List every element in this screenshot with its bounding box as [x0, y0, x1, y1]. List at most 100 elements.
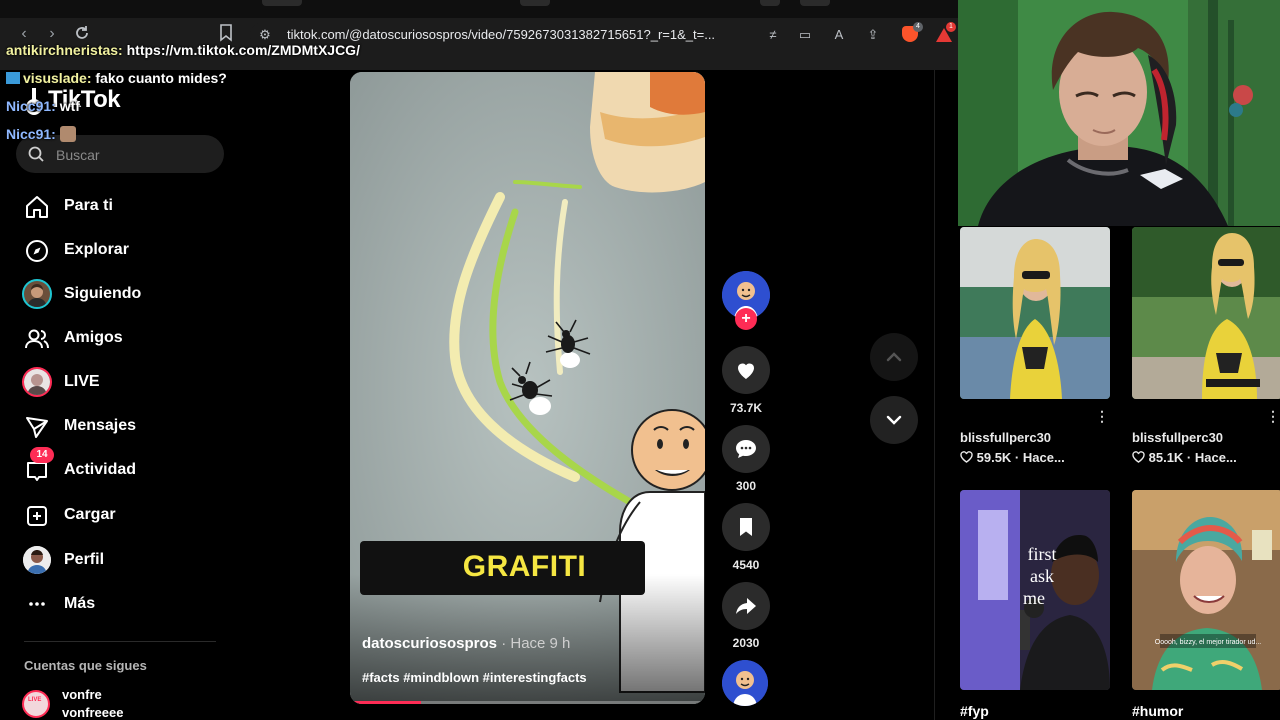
video-timestamp: · Hace 9 h [501, 635, 571, 652]
translate-icon[interactable]: A [830, 26, 848, 44]
sidebar-item-label: Explorar [64, 241, 129, 258]
sidebar-item-cargar[interactable]: Cargar [20, 495, 230, 535]
sidebar-item-explorar[interactable]: Explorar [20, 230, 230, 270]
browser-tab[interactable] [520, 0, 550, 6]
browser-tab[interactable] [800, 0, 830, 6]
tab-strip [0, 0, 958, 18]
home-icon [26, 196, 48, 218]
save-button[interactable] [722, 503, 770, 551]
recommended-username[interactable]: blissfullperc30 [960, 430, 1051, 445]
live-indicator: LIVE [28, 697, 42, 703]
back-icon[interactable]: ‹ [14, 24, 34, 44]
sidebar-item-label: Amigos [64, 329, 123, 346]
next-video-button[interactable] [870, 396, 918, 444]
chat-emote-icon [59, 126, 76, 142]
sidebar-item-mas[interactable]: Más [20, 584, 230, 624]
more-options-icon[interactable]: ⋮ [1266, 408, 1280, 424]
share-button[interactable] [722, 582, 770, 630]
video-caption-text: GRAFITI [462, 550, 587, 583]
recommended-video-thumbnail[interactable] [960, 227, 1110, 399]
chat-text: fako cuanto mides? [95, 70, 227, 86]
chat-text: https://vm.tiktok.com/ZMDMtXJCG/ [126, 42, 360, 58]
like-button[interactable] [722, 346, 770, 394]
video-progress-bar[interactable] [350, 701, 705, 704]
sidebar-item-amigos[interactable]: Amigos [20, 318, 230, 358]
sidebar-item-mensajes[interactable]: Mensajes [20, 406, 230, 446]
video-author[interactable]: datoscuriosospros · Hace 9 h [362, 635, 570, 652]
chat-message: visuslade: fako cuanto mides? [6, 70, 227, 86]
chevron-up-icon [886, 352, 902, 362]
compass-icon [26, 240, 48, 262]
save-count: 4540 [732, 558, 760, 572]
more-options-icon[interactable]: ⋮ [1095, 408, 1109, 424]
follow-plus-icon[interactable]: + [735, 308, 757, 330]
previous-video-button[interactable] [870, 333, 918, 381]
comment-count: 300 [735, 479, 757, 493]
upload-icon [27, 506, 47, 526]
music-disc-icon[interactable] [722, 660, 768, 706]
screen: ‹ › ⚙ tiktok.com/@datoscuriosospros/vide… [0, 0, 1280, 720]
recommended-video-thumbnail[interactable] [1132, 227, 1280, 399]
chat-username: visuslade: [23, 70, 92, 86]
share-arrow-icon [736, 598, 756, 614]
share-count: 2030 [732, 636, 760, 650]
profile-avatar [23, 546, 51, 574]
recommended-hashtag[interactable]: #fyp [960, 703, 989, 719]
chat-message: antikirchneristas: https://vm.tiktok.com… [6, 42, 360, 58]
sidebar-item-live[interactable]: LIVE [20, 362, 230, 402]
sidebar-item-actividad[interactable]: 14 Actividad [20, 447, 230, 490]
like-count: 73.7K [729, 401, 763, 415]
search-icon [28, 146, 44, 162]
activity-badge: 14 [30, 447, 54, 463]
recommended-stats: 85.1K · Hace... [1132, 450, 1237, 465]
thumbnail-overlay-text: first [1028, 544, 1057, 564]
thumbnail-overlay-text: me [1023, 588, 1045, 608]
url-text[interactable]: tiktok.com/@datoscuriosospros/video/7592… [287, 27, 715, 42]
sidebar-item-perfil[interactable]: Perfil [20, 540, 230, 580]
heart-outline-icon [960, 451, 973, 463]
bookmark-icon [740, 518, 752, 536]
share-icon[interactable]: ⇪ [864, 26, 882, 44]
video-player[interactable]: GRAFITI datoscuriosospros · Hace 9 h #fa… [350, 72, 705, 704]
chat-badge-icon [6, 72, 20, 84]
sidebar-item-para-ti[interactable]: Para ti [20, 186, 230, 226]
comment-icon [736, 440, 756, 458]
browser-tab[interactable] [760, 0, 780, 6]
reload-icon[interactable] [72, 24, 92, 44]
chat-message: Nicc91: [6, 126, 76, 142]
sidebar-item-siguiendo[interactable]: Siguiendo [20, 274, 230, 314]
sidebar-item-label: LIVE [64, 373, 100, 390]
bookmark-icon[interactable] [216, 24, 236, 44]
sidebar-item-label: Mensajes [64, 417, 137, 434]
sidebar-divider [24, 641, 216, 642]
media-icon[interactable]: ≠ [764, 26, 782, 44]
video-hashtags[interactable]: #facts #mindblown #interestingfacts [362, 670, 587, 685]
following-avatar [22, 279, 52, 309]
following-accounts-title: Cuentas que sigues [24, 658, 147, 673]
followed-account-name[interactable]: vonfre [62, 687, 102, 702]
comment-button[interactable] [722, 425, 770, 473]
recommended-username[interactable]: blissfullperc30 [1132, 430, 1223, 445]
chat-text: wtf [59, 98, 80, 114]
browser-tab[interactable] [262, 0, 302, 6]
recommended-hashtag[interactable]: #humor [1132, 703, 1183, 719]
chat-username: antikirchneristas: [6, 42, 123, 58]
more-icon [29, 602, 45, 606]
cast-icon[interactable]: ▭ [796, 26, 814, 44]
heart-outline-icon [1132, 451, 1145, 463]
friends-icon [25, 329, 49, 349]
followed-account-handle[interactable]: vonfreeee [62, 705, 123, 720]
author-name[interactable]: datoscuriosospros [362, 635, 497, 652]
chat-username: Nicc91: [6, 126, 56, 142]
recommended-stats: 59.5K · Hace... [960, 450, 1065, 465]
live-avatar [22, 367, 52, 397]
sidebar-item-label: Actividad [64, 461, 137, 478]
followed-account-avatar[interactable] [22, 690, 50, 718]
recommended-video-thumbnail[interactable]: Ooooh, bizzy, el mejor tirador ud... [1132, 490, 1280, 690]
forward-icon[interactable]: › [42, 24, 62, 44]
heart-icon [738, 363, 754, 379]
search-placeholder: Buscar [56, 147, 100, 163]
sidebar-item-label: Para ti [64, 197, 113, 214]
sidebar-item-label: Más [64, 595, 96, 612]
recommended-video-thumbnail[interactable]: first ask me [960, 490, 1110, 690]
